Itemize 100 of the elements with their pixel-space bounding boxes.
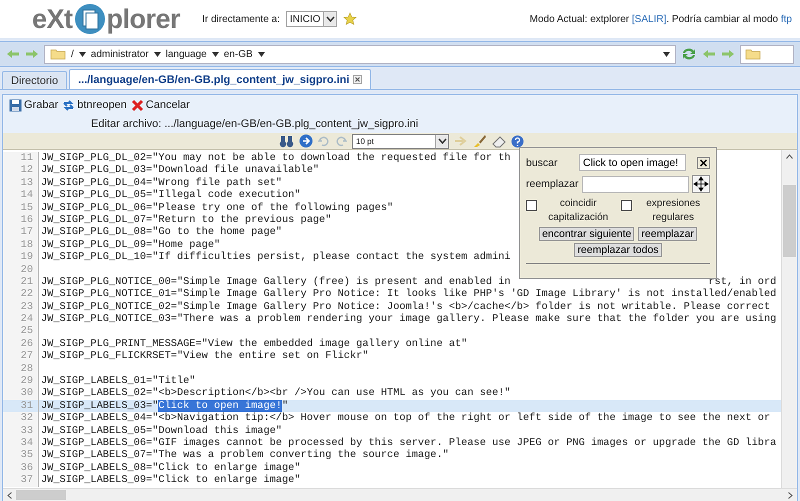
line-number: 18 bbox=[3, 238, 39, 252]
tab[interactable]: .../language/en-GB/en-GB.plg_content_jw_sigpro.ini bbox=[69, 69, 372, 89]
code-line: JW_SIGP_PLG_PRINT_MESSAGE="View the embedded image gallery online at" bbox=[41, 338, 468, 350]
font-size-select[interactable]: 10 pt bbox=[352, 134, 449, 148]
find-label: buscar bbox=[526, 156, 559, 168]
tab[interactable]: Directorio bbox=[2, 71, 68, 89]
replace-field[interactable] bbox=[582, 176, 689, 192]
goto-select[interactable]: INICIO bbox=[286, 11, 338, 27]
line-number: 25 bbox=[3, 325, 39, 338]
mode-text: Modo Actual: extplorer [SALIR]. Podría cambiar al modo ftp bbox=[530, 14, 792, 24]
code-line: JW_SIGP_LABELS_06="GIF images cannot be processed by this server. Please use JPEG or PNG images or upgrade the GD libra bbox=[41, 436, 776, 450]
star-icon[interactable] bbox=[343, 12, 358, 26]
cross-icon bbox=[130, 98, 144, 112]
edit-caption: Editar archivo: .../language/en-GB/en-GB.plg_content_jw_sigpro.ini bbox=[3, 115, 797, 133]
code-line: JW_SIGP_PLG_DL_05="Illegal code execution" bbox=[41, 189, 301, 202]
code-line: JW_SIGP_PLG_DL_08="Go to the home page" bbox=[41, 226, 282, 239]
line-number: 27 bbox=[3, 350, 39, 363]
scrollbar-thumb[interactable] bbox=[16, 490, 66, 500]
line-number: 12 bbox=[3, 164, 39, 177]
close-icon[interactable] bbox=[697, 156, 710, 168]
line-number: 16 bbox=[3, 214, 39, 226]
goto-label: Ir directamente a: bbox=[202, 14, 280, 24]
line-number: 34 bbox=[3, 436, 39, 450]
folder-icon bbox=[745, 48, 761, 60]
code-line: JW_SIGP_LABELS_08="Click to enlarge image" bbox=[41, 462, 301, 474]
line-number: 36 bbox=[3, 462, 39, 474]
line-number: 37 bbox=[3, 474, 39, 487]
option-label: coincidir capitalización bbox=[547, 197, 610, 225]
logo-text: plorer bbox=[106, 4, 180, 34]
horizontal-scrollbar[interactable] bbox=[3, 488, 797, 501]
line-number: 23 bbox=[3, 300, 39, 314]
line-number: 17 bbox=[3, 226, 39, 239]
code-line: JW_SIGP_PLG_DL_07="Return to the previous page" bbox=[41, 214, 332, 226]
line-number: 19 bbox=[3, 251, 39, 264]
code-line: JW_SIGP_LABELS_05="Download this image" bbox=[41, 424, 282, 437]
binoculars-icon[interactable] bbox=[279, 134, 294, 148]
code-text: " bbox=[282, 400, 288, 412]
code-line: JW_SIGP_LABELS_04="<b>Navigation tip:</b> Hover mouse on top of the right or left side of the image to see the next or bbox=[41, 412, 770, 425]
caret-icon[interactable] bbox=[78, 52, 86, 56]
line-number: 32 bbox=[3, 412, 39, 425]
line-number: 13 bbox=[3, 176, 39, 190]
dialog-button[interactable]: reemplazar bbox=[638, 227, 697, 241]
code-line: JW_SIGP_LABELS_01="Title" bbox=[41, 375, 196, 388]
caret-icon bbox=[326, 16, 335, 22]
caret-icon[interactable] bbox=[663, 52, 670, 56]
line-number: 24 bbox=[3, 313, 39, 326]
caret-icon[interactable] bbox=[258, 52, 265, 56]
code-line: JW_SIGP_LABELS_03=" bbox=[41, 400, 158, 412]
code-line: JW_SIGP_PLG_NOTICE_01="Simple Image Gallery Pro Notice: It looks like PHP's 'GD Image Library' is not installed/enabled bbox=[41, 288, 776, 301]
caret-icon[interactable] bbox=[154, 52, 161, 56]
option-label: expresiones regulares bbox=[645, 197, 702, 225]
line-number: 35 bbox=[3, 449, 39, 462]
refresh-icon[interactable] bbox=[681, 47, 697, 61]
close-icon[interactable] bbox=[353, 75, 362, 84]
code-line: JW_SIGP_PLG_DL_10="If difficulties persist, please contact the system admini bbox=[41, 251, 511, 264]
toolbar-button[interactable]: btnreopen bbox=[62, 98, 127, 112]
brush-icon[interactable] bbox=[473, 134, 487, 148]
line-number: 22 bbox=[3, 288, 39, 301]
vertical-scrollbar[interactable] bbox=[781, 150, 797, 488]
toolbar-button[interactable]: Grabar bbox=[9, 98, 58, 112]
line-number: 33 bbox=[3, 424, 39, 437]
scrollbar-thumb[interactable] bbox=[783, 185, 796, 257]
dialog-button[interactable]: reemplazar todos bbox=[574, 243, 662, 257]
code-line: JW_SIGP_LABELS_02="<b>Description</b><br />You can use HTML as you can see!" bbox=[41, 387, 511, 400]
line-number: 21 bbox=[3, 276, 39, 288]
arrow-circle-icon[interactable] bbox=[299, 134, 313, 148]
code-line: JW_SIGP_PLG_FLICKRSET="View the entire set on Flickr" bbox=[41, 350, 368, 363]
line-number: 29 bbox=[3, 375, 39, 388]
dialog-button[interactable]: encontrar siguiente bbox=[539, 227, 634, 241]
line-number: 30 bbox=[3, 387, 39, 400]
checkbox[interactable] bbox=[621, 200, 632, 211]
line-number: 20 bbox=[3, 264, 39, 276]
move-icon[interactable] bbox=[692, 175, 710, 193]
line-number: 15 bbox=[3, 202, 39, 214]
code-line: JW_SIGP_PLG_NOTICE_00="Simple Image Gallery (free) is present and enabled in bbox=[41, 276, 511, 288]
document-logo-icon bbox=[74, 3, 106, 35]
code-line: JW_SIGP_PLG_DL_06="Please try one of the following pages" bbox=[41, 202, 394, 214]
code-line: JW_SIGP_PLG_DL_03="Download file unavailable" bbox=[41, 164, 320, 177]
code-line: JW_SIGP_PLG_DL_09="Home page" bbox=[41, 238, 220, 252]
code-line: JW_SIGP_PLG_DL_02="You may not be able to download the requested file for th bbox=[41, 152, 511, 164]
code-line: JW_SIGP_LABELS_07="The was a problem converting the source image." bbox=[41, 449, 449, 462]
logout-link[interactable]: [SALIR] bbox=[632, 14, 666, 24]
logo-text: eXt bbox=[32, 4, 73, 34]
code-line: JW_SIGP_PLG_NOTICE_02="Simple Image Gallery Pro Notice: Joomla!'s <b>/cache</b> folder is not writable. Please correct bbox=[41, 300, 770, 314]
code-line: JW_SIGP_LABELS_09="Click to enlarge image" bbox=[41, 474, 301, 487]
toolbar-button[interactable]: Cancelar bbox=[130, 98, 190, 112]
caret-icon bbox=[438, 138, 446, 144]
caret-icon[interactable] bbox=[212, 52, 219, 56]
line-number: 26 bbox=[3, 338, 39, 350]
replace-label: reemplazar bbox=[526, 178, 579, 190]
line-number: 14 bbox=[3, 189, 39, 202]
help-icon[interactable] bbox=[511, 134, 524, 148]
find-field[interactable]: Click to open image! bbox=[579, 154, 686, 171]
ftp-link[interactable]: ftp bbox=[780, 14, 792, 24]
arrows-icon bbox=[62, 98, 76, 112]
code-line: JW_SIGP_PLG_DL_04="Wrong file path set" bbox=[41, 176, 282, 190]
code-line: JW_SIGP_PLG_NOTICE_03="There was a problem rendering your image gallery. Please make sure that the folder you are using bbox=[41, 313, 776, 326]
checkbox[interactable] bbox=[526, 200, 537, 211]
path-combo[interactable]: / administrator language en-GB bbox=[44, 44, 676, 64]
folder-icon bbox=[50, 48, 66, 60]
